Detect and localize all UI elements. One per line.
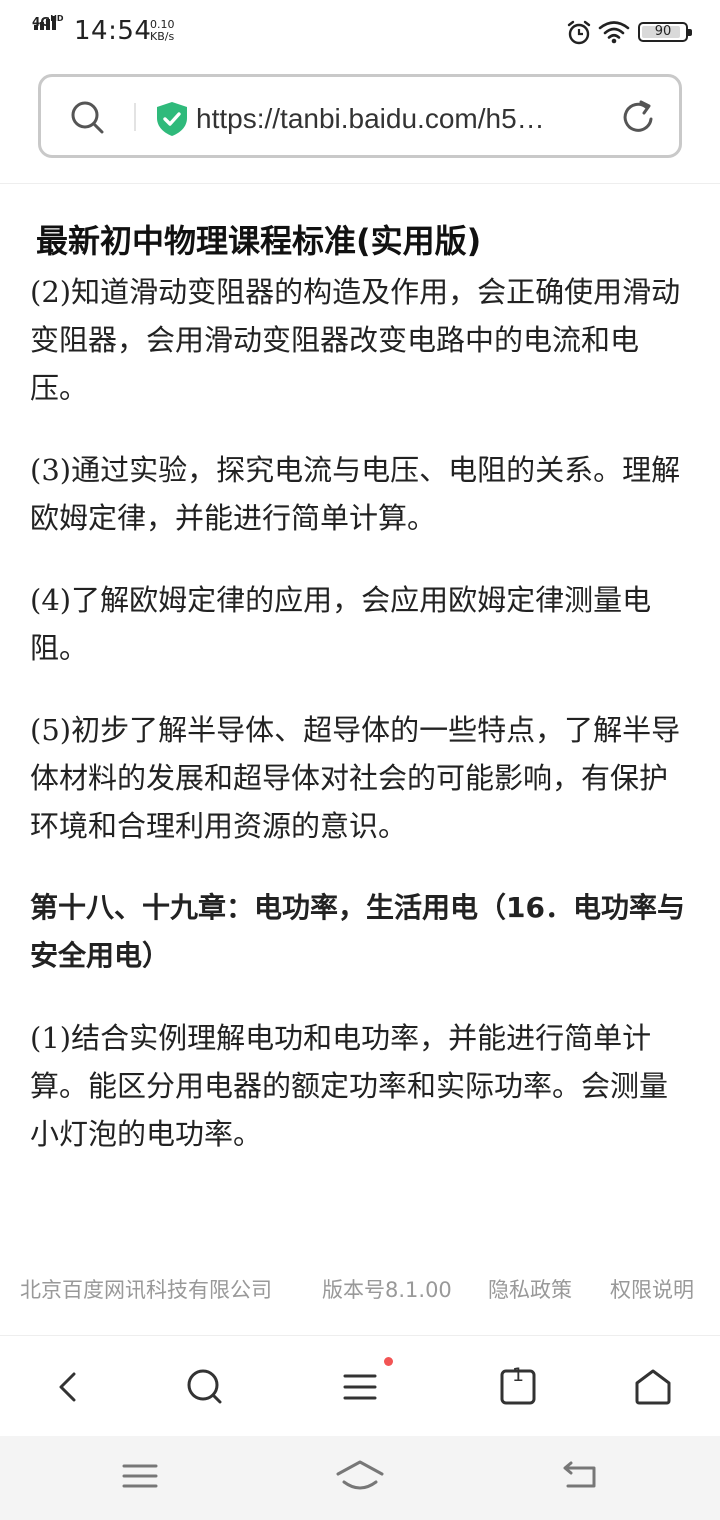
- permissions-link[interactable]: 权限说明: [610, 1274, 694, 1304]
- search-icon[interactable]: [182, 1364, 228, 1410]
- browser-toolbar: 1: [0, 1336, 720, 1436]
- paragraph: (1)结合实例理解电功和电功率，并能进行简单计算。能区分用电器的额定功率和实际功…: [30, 1021, 669, 1151]
- footer-version: 版本号8.1.00: [322, 1278, 452, 1302]
- back-icon[interactable]: [46, 1364, 92, 1410]
- tab-count: 1: [511, 1364, 525, 1386]
- page-footer: 北京百度网讯科技有限公司 版本号8.1.00 隐私政策 权限说明: [0, 1274, 720, 1310]
- article-title: 最新初中物理课程标准(实用版): [36, 222, 482, 260]
- tabs-button[interactable]: 1: [495, 1364, 541, 1410]
- back-icon[interactable]: [556, 1456, 604, 1496]
- status-bar: 4GHD 14:54 0.10 KB/s 90: [0, 0, 720, 64]
- footer-company: 北京百度网讯科技有限公司: [20, 1278, 272, 1302]
- address-bar[interactable]: https://tanbi.baidu.com/h5…: [38, 74, 682, 158]
- paragraph: (4)了解欧姆定律的应用，会应用欧姆定律测量电阻。: [30, 583, 652, 665]
- clock: 14:54: [74, 16, 152, 46]
- section-heading: 第十八、十九章：电功率，生活用电（16．电功率与安全用电）: [30, 891, 685, 972]
- refresh-icon[interactable]: [619, 97, 657, 137]
- battery-icon: 90: [638, 22, 692, 42]
- speed-unit: KB/s: [150, 30, 175, 43]
- notification-dot: [384, 1357, 393, 1366]
- divider: [134, 103, 136, 131]
- battery-level: 90: [654, 24, 672, 39]
- article: 最新初中物理课程标准(实用版) (2)知道滑动变阻器的构造及作用，会正确使用滑动…: [30, 214, 690, 1158]
- alarm-icon: [567, 20, 591, 45]
- url-text[interactable]: https://tanbi.baidu.com/h5…: [196, 99, 596, 139]
- network-speed: 0.10 KB/s: [150, 19, 175, 43]
- secure-shield-icon[interactable]: [155, 101, 189, 137]
- home-icon[interactable]: [630, 1364, 676, 1410]
- paragraph: (3)通过实验，探究电流与电压、电阻的关系。理解欧姆定律，并能进行简单计算。: [30, 453, 681, 535]
- search-icon[interactable]: [69, 99, 105, 135]
- divider: [0, 183, 720, 184]
- system-navigation-bar: [0, 1436, 720, 1520]
- recent-apps-icon[interactable]: [116, 1456, 164, 1496]
- privacy-link[interactable]: 隐私政策: [488, 1274, 572, 1304]
- home-icon[interactable]: [334, 1456, 386, 1496]
- paragraph: (5)初步了解半导体、超导体的一些特点，了解半导体材料的发展和超导体对社会的可能…: [30, 713, 681, 843]
- paragraph: (2)知道滑动变阻器的构造及作用，会正确使用滑动变阻器，会用滑动变阻器改变电路中…: [30, 275, 681, 405]
- menu-icon[interactable]: [337, 1364, 383, 1410]
- wifi-icon: [598, 21, 630, 44]
